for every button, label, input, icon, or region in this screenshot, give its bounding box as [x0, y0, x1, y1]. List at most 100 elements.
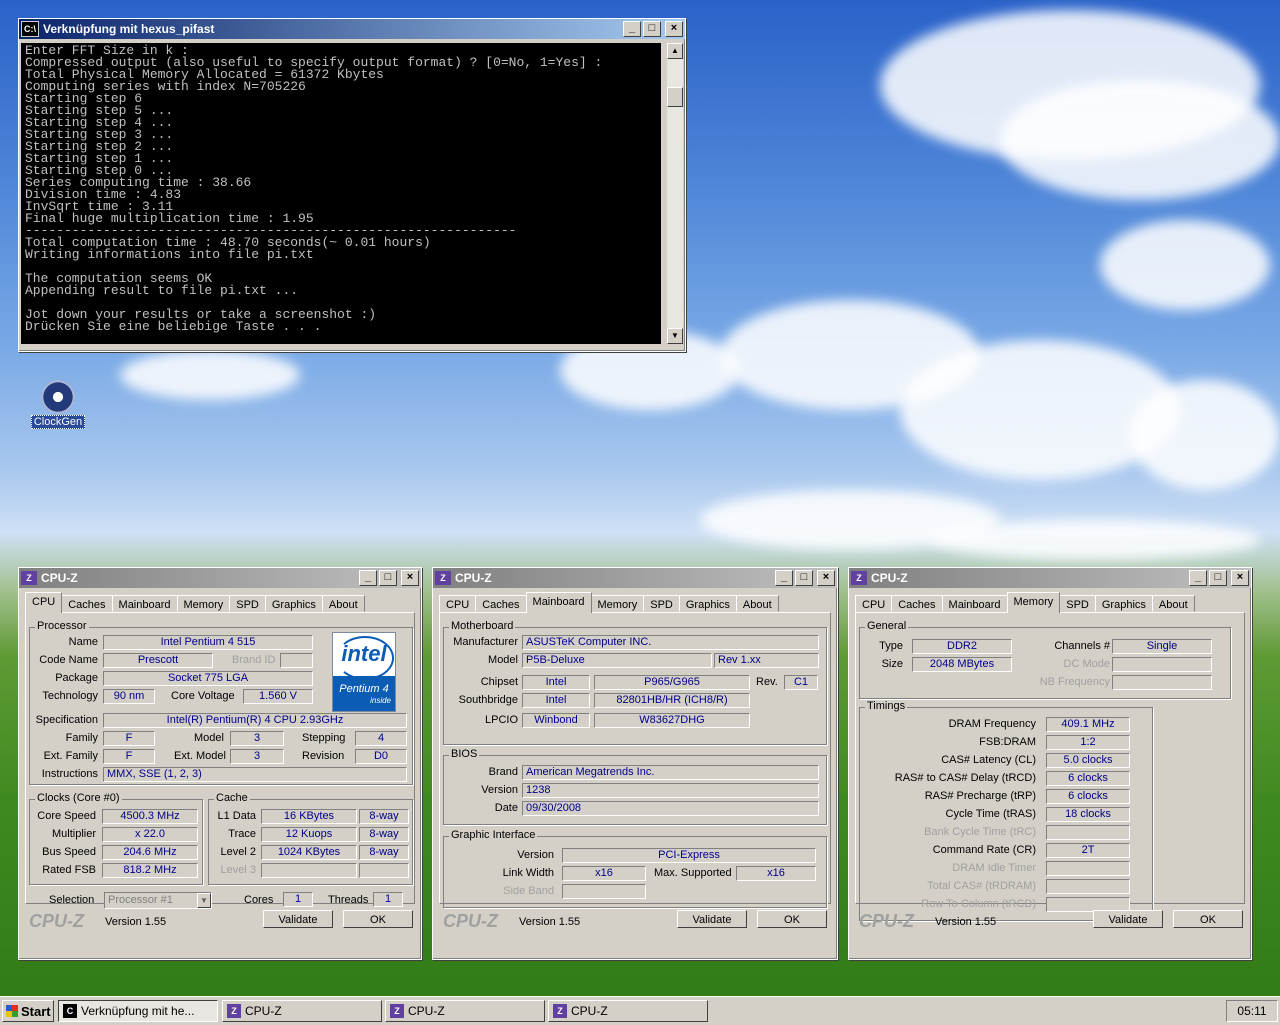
rated-fsb: 818.2 MHz — [102, 863, 198, 878]
cpuz-icon: Z — [227, 1004, 241, 1018]
validate-button[interactable]: Validate — [677, 910, 747, 928]
cpuz-titlebar[interactable]: Z CPU-Z _ □ × — [849, 568, 1251, 588]
cores-count: 1 — [283, 892, 313, 907]
tab-mainboard[interactable]: Mainboard — [111, 595, 178, 612]
minimize-button[interactable]: _ — [623, 21, 641, 37]
close-button[interactable]: × — [817, 570, 835, 586]
ras-to-cas-delay: 6 clocks — [1046, 771, 1130, 786]
tab-spd[interactable]: SPD — [229, 595, 266, 612]
console-window[interactable]: C:\ Verknüpfung mit hexus_pifast _ □ × E… — [18, 18, 686, 352]
ok-button[interactable]: OK — [343, 910, 413, 928]
tab-cpu[interactable]: CPU — [855, 595, 893, 612]
clock-gear-icon — [41, 380, 75, 414]
tab-about[interactable]: About — [321, 595, 365, 612]
ok-button[interactable]: OK — [1173, 910, 1243, 928]
l2-ways: 8-way — [359, 845, 409, 860]
maximize-button[interactable]: □ — [379, 570, 397, 586]
cpuz-window-mainboard[interactable]: Z CPU-Z _ □ × CPU Caches Mainboard Memor… — [432, 567, 838, 960]
start-button[interactable]: Start — [2, 1000, 54, 1022]
clocks-group: Clocks (Core #0) Core Speed 4500.3 MHz M… — [29, 792, 203, 885]
bank-cycle-time — [1046, 825, 1130, 840]
maximize-button[interactable]: □ — [643, 21, 661, 37]
console-output[interactable]: Enter FFT Size in k : Compressed output (… — [21, 43, 661, 344]
console-titlebar[interactable]: C:\ Verknüpfung mit hexus_pifast _ □ × — [19, 19, 685, 39]
tab-cpu[interactable]: CPU — [439, 595, 477, 612]
tab-about[interactable]: About — [735, 595, 779, 612]
close-button[interactable]: × — [665, 21, 683, 37]
tab-mainboard[interactable]: Mainboard — [941, 595, 1008, 612]
scroll-down-icon[interactable]: ▼ — [667, 328, 683, 344]
cpu-instructions: MMX, SSE (1, 2, 3) — [103, 767, 407, 782]
taskbar-item-cpuz-3[interactable]: Z CPU-Z — [548, 1000, 708, 1022]
maximize-button[interactable]: □ — [1209, 570, 1227, 586]
tab-mainboard[interactable]: Mainboard — [525, 592, 592, 613]
cpuz-footer: CPU-Z Version 1.55 Validate OK — [855, 907, 1245, 933]
memory-channels: Single — [1112, 639, 1212, 654]
processor-group: Processor Name Intel Pentium 4 515 Code … — [29, 620, 413, 785]
tab-memory[interactable]: Memory — [1006, 592, 1061, 613]
cpuz-titlebar[interactable]: Z CPU-Z _ □ × — [433, 568, 837, 588]
cpuz-version: Version 1.55 — [935, 916, 997, 928]
validate-button[interactable]: Validate — [1093, 910, 1163, 928]
cpuz-titlebar[interactable]: Z CPU-Z _ □ × — [19, 568, 421, 588]
core-speed: 4500.3 MHz — [102, 809, 198, 824]
cpuz-footer: CPU-Z Version 1.55 Validate OK — [25, 907, 415, 933]
cpuz-footer: CPU-Z Version 1.55 Validate OK — [439, 907, 831, 933]
cpuz-version: Version 1.55 — [519, 916, 581, 928]
cpuz-title: CPU-Z — [455, 571, 492, 585]
memory-panel: General Type DDR2 Channels # Single Size… — [855, 612, 1245, 921]
scroll-up-icon[interactable]: ▲ — [667, 43, 683, 59]
graphic-interface-version: PCI-Express — [562, 848, 816, 863]
l1-data: 16 KBytes — [261, 809, 357, 824]
lpcio-vendor: Winbond — [522, 713, 590, 728]
cpu-codename: Prescott — [103, 653, 213, 668]
console-scrollbar[interactable]: ▲ ▼ — [667, 43, 683, 344]
cpuz-version: Version 1.55 — [105, 916, 167, 928]
cpuz-title: CPU-Z — [871, 571, 908, 585]
l3-ways — [359, 863, 409, 878]
multiplier: x 22.0 — [102, 827, 198, 842]
minimize-button[interactable]: _ — [775, 570, 793, 586]
cpuz-window-cpu[interactable]: Z CPU-Z _ □ × CPU Caches Mainboard Memor… — [18, 567, 422, 960]
tab-memory[interactable]: Memory — [176, 595, 231, 612]
cpu-core-voltage: 1.560 V — [243, 689, 313, 704]
tab-memory[interactable]: Memory — [590, 595, 645, 612]
tab-about[interactable]: About — [1151, 595, 1195, 612]
tab-cpu[interactable]: CPU — [25, 592, 63, 613]
tab-spd[interactable]: SPD — [1059, 595, 1096, 612]
desktop-icon-clockgen[interactable]: ClockGen — [28, 380, 88, 429]
cpu-technology: 90 nm — [103, 689, 155, 704]
cpuz-icon: Z — [435, 571, 451, 585]
tab-graphics[interactable]: Graphics — [1094, 595, 1153, 612]
cpuz-window-memory[interactable]: Z CPU-Z _ □ × CPU Caches Mainboard Memor… — [848, 567, 1252, 960]
tab-caches[interactable]: Caches — [61, 595, 113, 612]
maximize-button[interactable]: □ — [795, 570, 813, 586]
scroll-thumb[interactable] — [667, 87, 683, 107]
fsb-dram-ratio: 1:2 — [1046, 735, 1130, 750]
minimize-button[interactable]: _ — [359, 570, 377, 586]
cpu-stepping: 4 — [355, 731, 407, 746]
console-icon: C:\ — [21, 21, 39, 37]
bios-date: 09/30/2008 — [522, 801, 819, 816]
console-line: Appending result to file pi.txt ... — [25, 283, 299, 298]
taskbar-item-cpuz-1[interactable]: Z CPU-Z — [222, 1000, 382, 1022]
windows-flag-icon — [6, 1005, 18, 1017]
tab-graphics[interactable]: Graphics — [264, 595, 323, 612]
console-line: Writing informations into file pi.txt — [25, 247, 314, 262]
tab-caches[interactable]: Caches — [891, 595, 943, 612]
close-button[interactable]: × — [1231, 570, 1249, 586]
taskbar-item-console[interactable]: C Verknüpfung mit he... — [58, 1000, 218, 1022]
tab-caches[interactable]: Caches — [475, 595, 527, 612]
cpu-name: Intel Pentium 4 515 — [103, 635, 313, 650]
tab-spd[interactable]: SPD — [643, 595, 680, 612]
minimize-button[interactable]: _ — [1189, 570, 1207, 586]
validate-button[interactable]: Validate — [263, 910, 333, 928]
cpu-ext-model: 3 — [230, 749, 284, 764]
cpu-package: Socket 775 LGA — [103, 671, 313, 686]
ok-button[interactable]: OK — [757, 910, 827, 928]
close-button[interactable]: × — [401, 570, 419, 586]
southbridge-model: 82801HB/HR (ICH8/R) — [594, 693, 750, 708]
tab-graphics[interactable]: Graphics — [678, 595, 737, 612]
taskbar-item-cpuz-2[interactable]: Z CPU-Z — [385, 1000, 545, 1022]
mainboard-panel: Motherboard Manufacturer ASUSTeK Compute… — [439, 612, 831, 908]
